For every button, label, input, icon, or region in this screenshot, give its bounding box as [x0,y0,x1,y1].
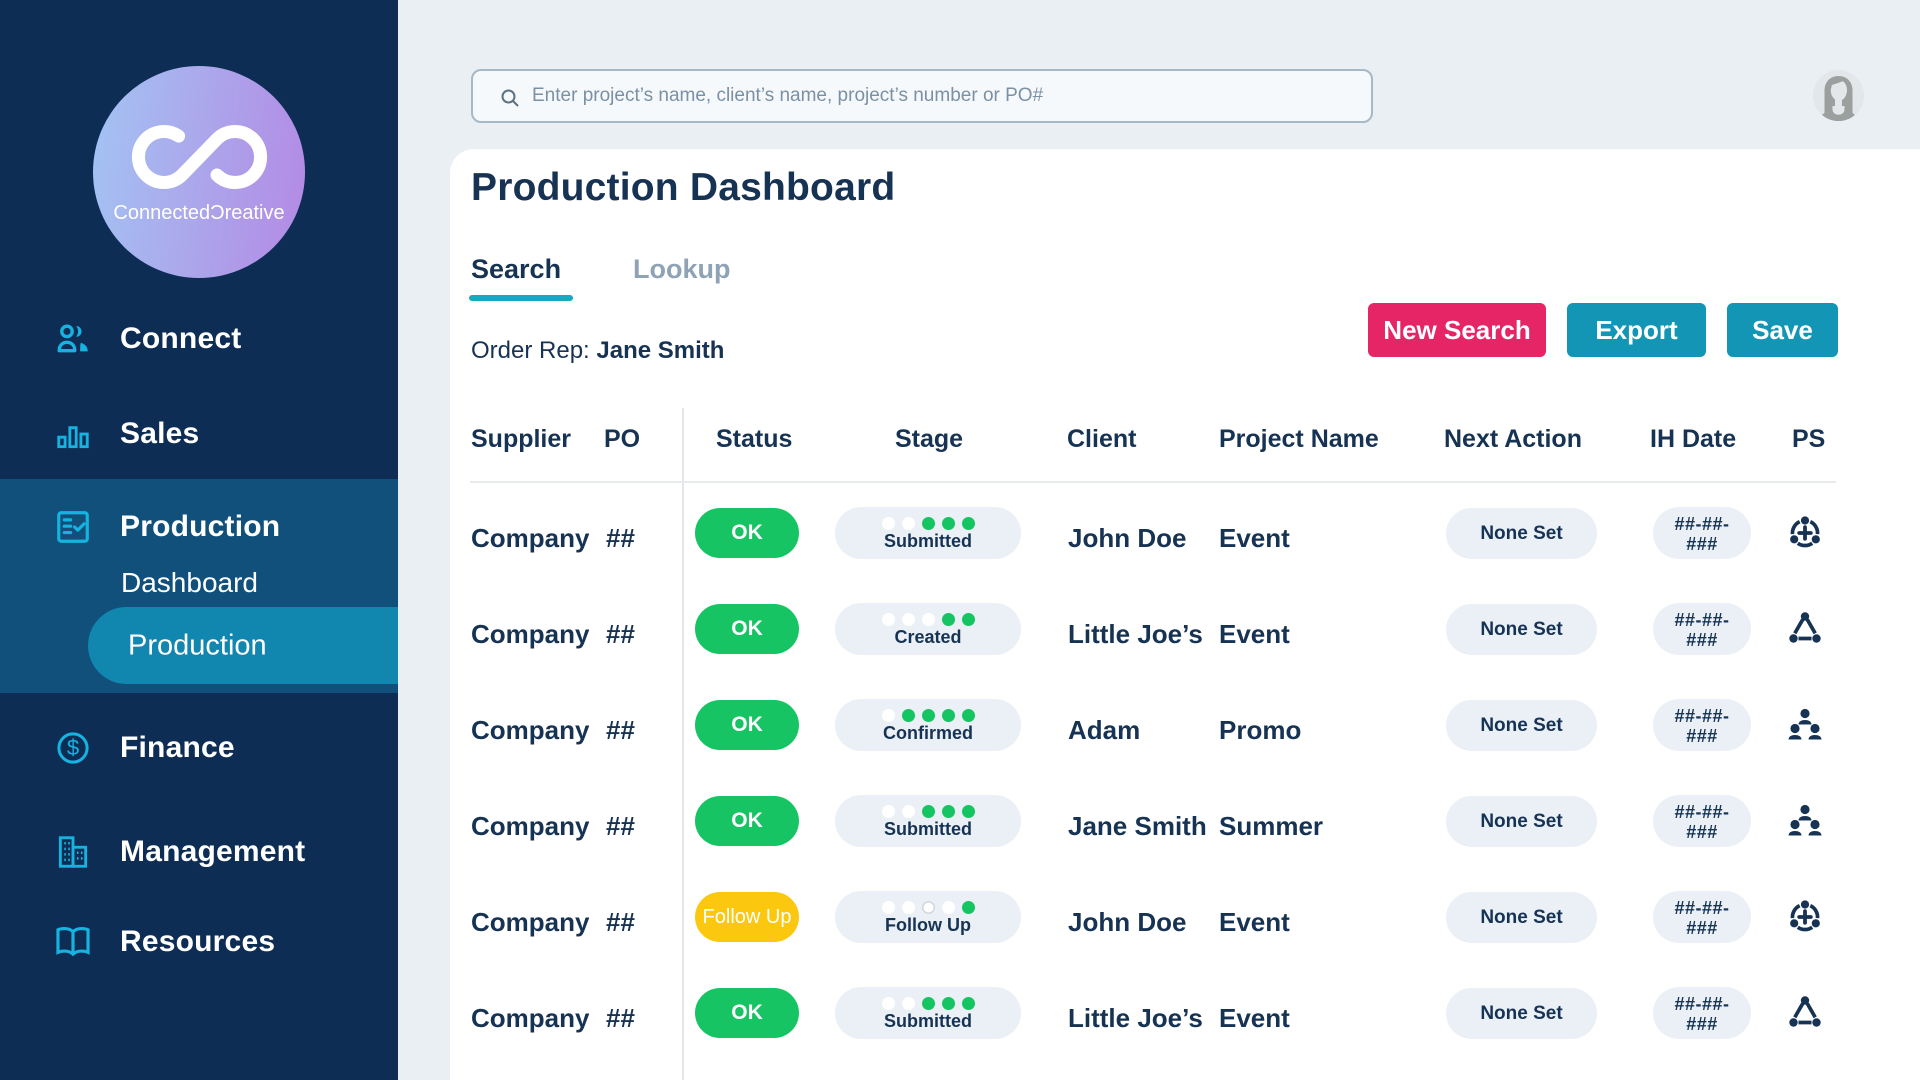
svg-text:ConnectedƆreative: ConnectedƆreative [113,202,284,224]
svg-text:$: $ [67,735,79,760]
